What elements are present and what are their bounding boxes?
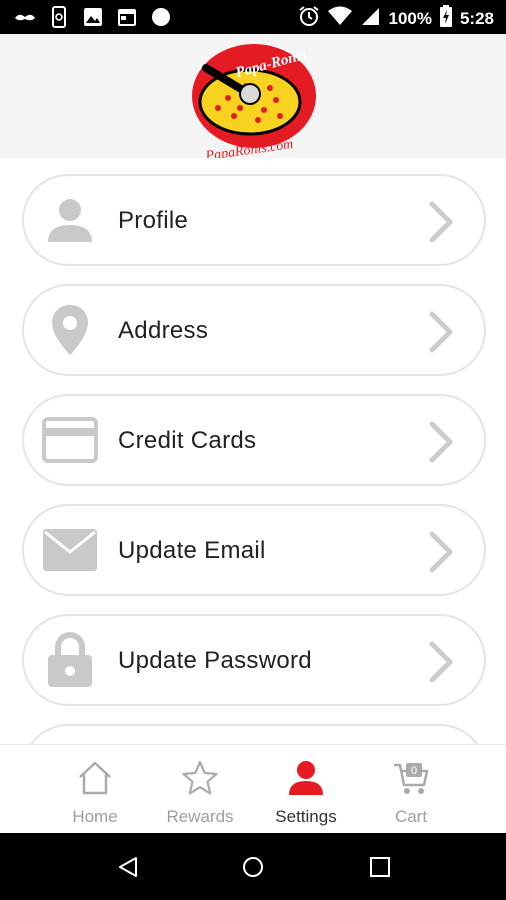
chevron-right-icon <box>429 201 453 243</box>
settings-item-credit-cards[interactable]: Credit Cards <box>22 394 486 486</box>
nav-label: Cart <box>394 807 428 826</box>
calendar-icon <box>116 6 138 28</box>
recents-icon[interactable] <box>369 856 391 878</box>
nav-label: Home <box>72 807 118 826</box>
battery-charging-icon <box>439 5 452 32</box>
chevron-right-icon <box>429 531 453 573</box>
mustache-notification-icon <box>14 6 36 28</box>
phone-sync-icon <box>48 6 70 28</box>
chevron-right-icon <box>429 311 453 353</box>
settings-item-label: Credit Cards <box>118 427 257 454</box>
credit-card-icon <box>42 412 98 468</box>
nav-label: Rewards <box>166 807 234 826</box>
back-icon[interactable] <box>116 855 140 879</box>
nav-settings[interactable]: Settings <box>251 745 361 834</box>
paparonis-logo: Papa-Ronis PapaRonis.com <box>192 44 316 158</box>
cell-signal-icon <box>360 6 380 31</box>
system-nav-bar <box>0 833 506 900</box>
app-header: Papa-Ronis PapaRonis.com <box>0 34 506 158</box>
star-icon <box>182 760 218 795</box>
settings-item-label: Profile <box>118 207 189 234</box>
nav-home[interactable]: Home <box>40 745 150 834</box>
chevron-right-icon <box>429 641 453 683</box>
nav-rewards[interactable]: Rewards <box>145 745 255 834</box>
wifi-icon <box>328 6 353 31</box>
nav-cart[interactable]: 0 Cart <box>356 745 466 834</box>
settings-item-update-password[interactable]: Update Password <box>22 614 486 706</box>
alarm-icon <box>298 5 320 32</box>
settings-item-address[interactable]: Address <box>22 284 486 376</box>
image-icon <box>82 6 104 28</box>
settings-item-label: Address <box>118 317 209 344</box>
lock-icon <box>42 632 98 688</box>
location-pin-icon <box>42 302 98 358</box>
bottom-nav: Home Rewards Settings 0 Cart <box>0 744 506 833</box>
cart-icon: 0 <box>394 763 429 794</box>
person-icon <box>42 192 98 248</box>
settings-item-partial[interactable] <box>22 724 486 744</box>
settings-item-profile[interactable]: Profile <box>22 174 486 266</box>
person-icon <box>289 761 323 795</box>
nav-label: Settings <box>275 807 337 826</box>
clock-time: 5:28 <box>459 8 494 28</box>
home-icon <box>79 761 111 795</box>
cart-badge: 0 <box>411 765 417 777</box>
chevron-right-icon <box>429 421 453 463</box>
status-bar: 100% 5:28 <box>0 0 506 34</box>
settings-item-label: Update Email <box>118 537 266 564</box>
settings-item-label: Update Password <box>118 647 312 674</box>
battery-percent: 100% <box>388 8 432 28</box>
envelope-icon <box>42 522 98 578</box>
settings-item-update-email[interactable]: Update Email <box>22 504 486 596</box>
home-circle-icon[interactable] <box>241 855 265 879</box>
circle-status-icon <box>150 6 172 28</box>
settings-list: Profile Address Credit Cards Update Emai… <box>0 158 506 744</box>
